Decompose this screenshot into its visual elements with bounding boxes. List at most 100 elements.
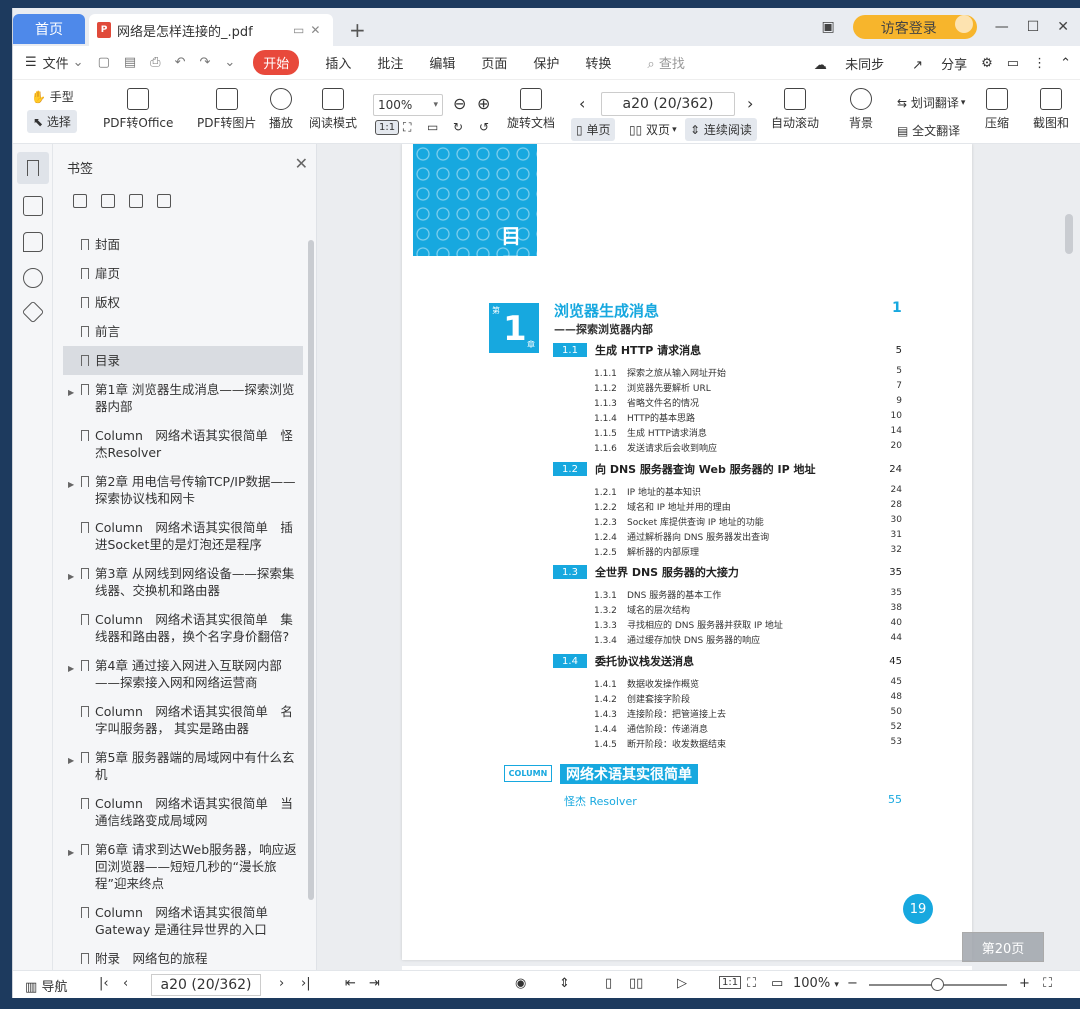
expand-arrow-icon[interactable]: ▶ (68, 844, 74, 861)
eye-icon[interactable]: ◉ (515, 976, 526, 991)
toc-subsection[interactable]: 1.2.5 解析器的内部原理 32 (594, 545, 902, 558)
double-page-icon[interactable]: ▯▯ (629, 976, 643, 991)
read-mode-button[interactable]: 阅读模式 (309, 88, 357, 131)
bookmark-icon[interactable] (157, 194, 171, 208)
comment-icon[interactable]: ▭ (1007, 56, 1019, 71)
fit-width-icon[interactable]: ▭ (427, 120, 438, 134)
bookmark-item-column-1[interactable]: Column 网络术语其实很简单 怪杰Resolver (63, 421, 303, 467)
file-menu[interactable]: ☰ 文件 ⌄ (25, 53, 84, 72)
add-bookmark-icon[interactable] (73, 194, 87, 208)
delete-bookmark-icon[interactable] (101, 194, 115, 208)
rotate-left-icon[interactable]: ↺ (479, 120, 489, 134)
rotate-right-icon[interactable]: ↻ (453, 120, 463, 134)
column-subtitle[interactable]: 怪杰 Resolver (564, 793, 637, 809)
search-input[interactable]: ⌕ 查找 (647, 53, 684, 72)
bookmark-item-column-3[interactable]: Column 网络术语其实很简单 集线器和路由器，换个名字身价翻倍? (63, 605, 303, 651)
bookmark-item-chapter-3[interactable]: ▶ 第3章 从网线到网络设备——探索集线器、交换机和路由器 (63, 559, 303, 605)
signature-panel-icon[interactable] (21, 300, 45, 324)
print-icon[interactable]: ⎙ (150, 55, 160, 70)
menu-annotate[interactable]: 批注 (377, 53, 403, 72)
open-folder-icon[interactable]: ▢ (98, 55, 110, 70)
sync-button[interactable]: ☁ 未同步 (800, 54, 884, 73)
zoom-select[interactable]: 100% ▾ (373, 94, 443, 116)
rotate-doc-button[interactable]: 旋转文档 (507, 88, 555, 131)
prev-page-icon[interactable]: ‹ (579, 94, 585, 113)
toc-subsection[interactable]: 1.3.3 寻找相应的 DNS 服务器并获取 IP 地址 40 (594, 618, 902, 631)
fit-width-icon[interactable]: ▭ (771, 976, 783, 991)
bookmark-item-chapter-6[interactable]: ▶ 第6章 请求到达Web服务器，响应返回浏览器——短短几秒的“漫长旅程”迎来终点 (63, 835, 303, 898)
prev-page-icon[interactable]: ‹ (123, 976, 128, 991)
minimize-icon[interactable]: — (995, 19, 1009, 35)
pdf-to-office-button[interactable]: PDF转Office (103, 88, 173, 131)
toc-subsection[interactable]: 1.2.2 域名和 IP 地址并用的理由 28 (594, 500, 902, 513)
bookmark-item-column-2[interactable]: Column 网络术语其实很简单 插进Socket里的是灯泡还是程序 (63, 513, 303, 559)
last-page-icon[interactable]: ›| (301, 976, 311, 991)
guest-login-button[interactable]: 访客登录 (852, 15, 977, 39)
menu-insert[interactable]: 插入 (325, 53, 351, 72)
toc-subsection[interactable]: 1.3.1 DNS 服务器的基本工作 35 (594, 588, 902, 601)
tab-home[interactable]: 首页 (13, 14, 85, 44)
toc-subsection[interactable]: 1.3.4 通过缓存加快 DNS 服务器的响应 44 (594, 633, 902, 646)
next-page-icon[interactable]: › (747, 94, 753, 113)
first-page-icon[interactable]: |‹ (99, 976, 109, 991)
menu-edit[interactable]: 编辑 (429, 53, 455, 72)
document-scrollbar[interactable] (1065, 214, 1073, 254)
tab-close-icon[interactable]: ✕ (310, 23, 320, 37)
double-page-button[interactable]: ▯▯ 双页 ▾ (629, 121, 677, 138)
toc-section[interactable]: 1.4 委托协议栈发送消息 45 (553, 653, 903, 669)
page-number-input[interactable]: a20 (20/362) (601, 92, 735, 116)
continuous-icon[interactable]: ⇕ (559, 976, 570, 991)
bookmark-item-appendix[interactable]: 附录 网络包的旅程 (63, 944, 303, 973)
bookmark-item-column-6[interactable]: Column 网络术语其实很简单 Gateway 是通往异世界的入口 (63, 898, 303, 944)
toc-section[interactable]: 1.3 全世界 DNS 服务器的大接力 35 (553, 564, 903, 580)
more-icon[interactable]: ⋮ (1033, 56, 1046, 71)
toc-subsection[interactable]: 1.2.4 通过解析器向 DNS 服务器发出查询 31 (594, 530, 902, 543)
word-translate-button[interactable]: ⇆ 划词翻译 ▾ (897, 94, 965, 111)
toc-subsection[interactable]: 1.2.3 Socket 库提供查询 IP 地址的功能 30 (594, 515, 902, 528)
actual-size-icon[interactable]: 1:1 (719, 976, 742, 989)
toc-subsection[interactable]: 1.4.5 断开阶段：收发数据结束 53 (594, 737, 902, 750)
status-zoom-select[interactable]: 100% ▾ (793, 976, 839, 991)
bookmark-item-preface[interactable]: 前言 (63, 317, 303, 346)
background-button[interactable]: 背景 (849, 88, 873, 131)
bookmark-scrollbar[interactable] (308, 240, 314, 900)
fit-page-icon[interactable]: ⛶ (747, 976, 756, 991)
zoom-slider-knob[interactable] (931, 978, 944, 991)
select-tool-button[interactable]: ⬉ 选择 (27, 110, 77, 133)
toc-subsection[interactable]: 1.1.4 HTTP的基本思路 10 (594, 411, 902, 424)
toc-subsection[interactable]: 1.1.3 省略文件名的情况 9 (594, 396, 902, 409)
bookmark-item-chapter-1[interactable]: ▶ 第1章 浏览器生成消息——探索浏览器内部 (63, 375, 303, 421)
bookmark-item-chapter-2[interactable]: ▶ 第2章 用电信号传输TCP/IP数据——探索协议栈和网卡 (63, 467, 303, 513)
toc-subsection[interactable]: 1.1.2 浏览器先要解析 URL 7 (594, 381, 902, 394)
next-page-icon[interactable]: › (279, 976, 284, 991)
toc-subsection[interactable]: 1.1.5 生成 HTTP请求消息 14 (594, 426, 902, 439)
bookmark-item-copyright[interactable]: 版权 (63, 288, 303, 317)
expand-arrow-icon[interactable]: ▶ (68, 660, 74, 677)
toc-section[interactable]: 1.1 生成 HTTP 请求消息 5 (553, 342, 903, 358)
comment-panel-icon[interactable] (23, 232, 43, 252)
toc-subsection[interactable]: 1.1.6 发送请求后会收到响应 20 (594, 441, 902, 454)
toc-subsection[interactable]: 1.4.2 创建套接字阶段 48 (594, 692, 902, 705)
bookmark-panel-icon[interactable] (17, 152, 49, 184)
attachment-panel-icon[interactable] (23, 268, 43, 288)
tab-document[interactable]: P 网络是怎样连接的_.pdf ▭ ✕ (89, 14, 333, 46)
bookmark-item-title-page[interactable]: 扉页 (63, 259, 303, 288)
toc-section[interactable]: 1.2 向 DNS 服务器查询 Web 服务器的 IP 地址 24 (553, 461, 903, 477)
menu-start[interactable]: 开始 (253, 50, 300, 75)
menu-convert[interactable]: 转换 (585, 53, 611, 72)
bookmark-item-chapter-5[interactable]: ▶ 第5章 服务器端的局域网中有什么玄机 (63, 743, 303, 789)
single-page-button[interactable]: ▯ 单页 (571, 118, 616, 141)
menu-page[interactable]: 页面 (481, 53, 507, 72)
toc-subsection[interactable]: 1.4.1 数据收发操作概览 45 (594, 677, 902, 690)
pdf-to-image-button[interactable]: PDF转图片 (197, 88, 256, 131)
navigation-toggle[interactable]: ▥ 导航 (25, 976, 67, 995)
collapse-ribbon-icon[interactable]: ⌃ (1060, 56, 1071, 71)
zoom-out-icon[interactable]: ⊖ (453, 94, 466, 113)
status-page-input[interactable]: a20 (20/362) (151, 974, 261, 996)
undo-icon[interactable]: ↶ (175, 55, 186, 70)
tab-preview-icon[interactable]: ▭ (293, 23, 304, 37)
toc-subsection[interactable]: 1.1.1 探索之旅从输入网址开始 5 (594, 366, 902, 379)
zoom-in-icon[interactable]: + (1019, 976, 1030, 991)
bookmark-item-column-4[interactable]: Column 网络术语其实很简单 名字叫服务器， 其实是路由器 (63, 697, 303, 743)
toc-subsection[interactable]: 1.3.2 域名的层次结构 38 (594, 603, 902, 616)
